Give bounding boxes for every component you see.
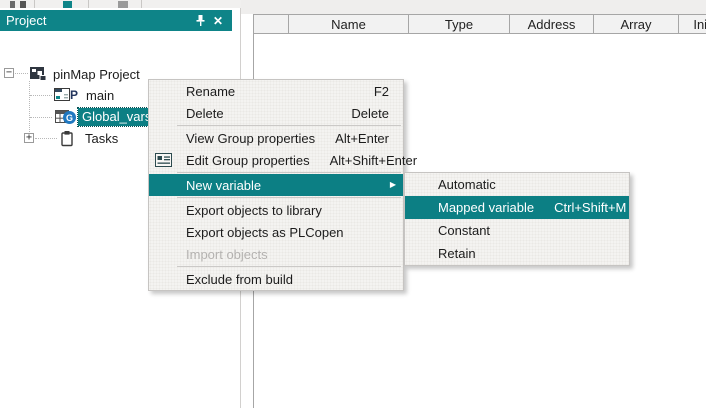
menu-item-exclude-from-build[interactable]: Exclude from build: [149, 268, 403, 290]
menu-item-shortcut: Alt+Shift+Enter: [310, 153, 417, 168]
toolbar-icon-fragment: [118, 1, 128, 8]
context-menu: Rename F2 Delete Delete View Group prope…: [148, 79, 404, 291]
menu-item-label: Edit Group properties: [186, 153, 310, 168]
column-header-address[interactable]: Address: [510, 15, 594, 33]
menu-item-label: New variable: [186, 178, 261, 193]
tree-connector: [29, 81, 30, 138]
tree-item-tasks[interactable]: Tasks: [85, 131, 118, 146]
menu-item-export-objects-as-plcopen[interactable]: Export objects as PLCopen: [149, 221, 403, 243]
toolbar-separator: [141, 0, 142, 8]
submenu-item-retain[interactable]: Retain: [405, 242, 629, 265]
tree-item-pinmap-project[interactable]: pinMap Project: [53, 67, 140, 82]
menu-item-view-group-properties[interactable]: View Group properties Alt+Enter: [149, 127, 403, 149]
toolbar-separator: [88, 0, 89, 8]
menu-item-label: Exclude from build: [186, 272, 293, 287]
menu-item-export-objects-to-library[interactable]: Export objects to library: [149, 199, 403, 221]
menu-item-label: Rename: [186, 84, 235, 99]
panel-title: Project: [6, 13, 190, 28]
menu-item-shortcut: Alt+Enter: [315, 131, 389, 146]
menu-item-shortcut: F2: [354, 84, 389, 99]
column-header-type[interactable]: Type: [409, 15, 510, 33]
new-variable-submenu: Automatic Mapped variable Ctrl+Shift+M C…: [404, 172, 630, 266]
workspace-background: [241, 0, 706, 14]
tree-connector: [35, 138, 57, 139]
toolbar-separator: [34, 0, 35, 8]
toolbar-icon-fragment: [20, 1, 26, 8]
variables-table-header: Name Type Address Array Init: [253, 14, 706, 34]
menu-item-label: Mapped variable: [438, 200, 534, 215]
tasks-icon: [60, 130, 74, 150]
submenu-arrow-icon: ▶: [390, 180, 396, 190]
tree-connector: [15, 73, 28, 74]
tree-expander-root[interactable]: −: [4, 68, 14, 78]
project-icon: [29, 66, 47, 85]
column-header-blank[interactable]: [254, 15, 289, 33]
column-header-init[interactable]: Init: [679, 15, 706, 33]
pin-icon[interactable]: [192, 13, 208, 29]
tree-item-main[interactable]: main: [86, 88, 114, 103]
tree-expander-tasks[interactable]: +: [24, 133, 34, 143]
menu-item-label: Import objects: [186, 247, 268, 262]
column-header-array[interactable]: Array: [594, 15, 679, 33]
toolbar-icon-fragment: [63, 1, 72, 8]
column-header-name[interactable]: Name: [289, 15, 409, 33]
menu-item-new-variable[interactable]: New variable ▶: [149, 174, 403, 196]
menu-item-shortcut: Delete: [331, 106, 389, 121]
submenu-item-constant[interactable]: Constant: [405, 219, 629, 242]
tree-item-global-vars[interactable]: Global_vars: [78, 108, 152, 126]
tree-connector: [30, 95, 52, 96]
menu-item-label: Automatic: [438, 177, 496, 192]
properties-icon: [155, 153, 172, 170]
tree-connector: [30, 117, 52, 118]
global-variables-icon: G: [55, 110, 79, 125]
toolbar-icon-fragment: [10, 1, 15, 8]
submenu-item-mapped-variable[interactable]: Mapped variable Ctrl+Shift+M: [405, 196, 629, 219]
menu-item-label: View Group properties: [186, 131, 315, 146]
close-icon[interactable]: ✕: [210, 13, 226, 29]
global-badge: G: [63, 111, 76, 124]
menu-item-import-objects: Import objects: [149, 243, 403, 265]
submenu-item-automatic[interactable]: Automatic: [405, 173, 629, 196]
menu-item-label: Delete: [186, 106, 224, 121]
menu-item-label: Constant: [438, 223, 490, 238]
pou-type-letter: P: [70, 88, 78, 102]
menu-item-label: Export objects to library: [186, 203, 322, 218]
program-pou-icon: P: [54, 88, 82, 102]
menu-item-label: Retain: [438, 246, 476, 261]
menu-item-edit-group-properties[interactable]: Edit Group properties Alt+Shift+Enter: [149, 149, 403, 171]
menu-item-shortcut: Ctrl+Shift+M: [534, 200, 626, 215]
menu-item-rename[interactable]: Rename F2: [149, 80, 403, 102]
menu-item-label: Export objects as PLCopen: [186, 225, 344, 240]
menu-item-delete[interactable]: Delete Delete: [149, 102, 403, 124]
project-panel-titlebar: Project ✕: [0, 10, 232, 31]
